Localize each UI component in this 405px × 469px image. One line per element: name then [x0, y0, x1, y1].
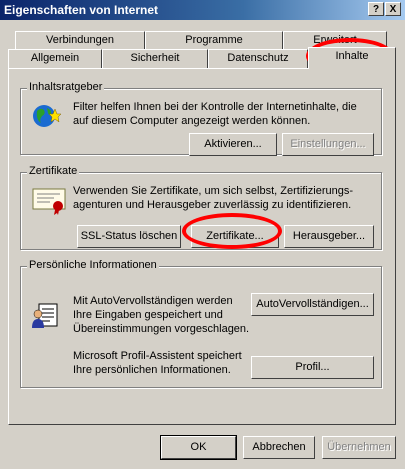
- profile-description: Microsoft Profil-Assistent speichert Ihr…: [73, 350, 242, 376]
- group-personal-info: Persönliche Informationen Mit AutoVervol…: [20, 259, 382, 388]
- activate-button[interactable]: Aktivieren...: [189, 133, 277, 156]
- group-content-advisor: Inhaltsratgeber Filter helfen Ihnen bei …: [20, 81, 382, 156]
- group-title-personal-info: Persönliche Informationen: [27, 259, 159, 271]
- settings-button[interactable]: Einstellungen...: [282, 133, 374, 156]
- apply-button[interactable]: Übernehmen: [322, 436, 396, 459]
- certificates-button[interactable]: Zertifikate...: [191, 225, 279, 248]
- globe-star-icon: [33, 105, 61, 127]
- content-advisor-description: Filter helfen Ihnen bei der Kontrolle de…: [73, 101, 357, 127]
- publishers-button[interactable]: Herausgeber...: [284, 225, 374, 248]
- window-title: Eigenschaften von Internet: [4, 3, 159, 17]
- tab-programme[interactable]: Programme: [145, 31, 283, 50]
- tab-panel-inhalte: Inhaltsratgeber Filter helfen Ihnen bei …: [8, 68, 396, 425]
- group-title-content-advisor: Inhaltsratgeber: [27, 81, 105, 93]
- certificates-description: Verwenden Sie Zertifikate, um sich selbs…: [73, 185, 354, 211]
- tab-datenschutz[interactable]: Datenschutz: [208, 49, 308, 68]
- personal-info-icon: [32, 303, 58, 328]
- tab-inhalte[interactable]: Inhalte: [308, 47, 396, 69]
- clear-ssl-button[interactable]: SSL-Status löschen: [77, 225, 181, 248]
- cancel-button[interactable]: Abbrechen: [243, 436, 315, 459]
- autocomplete-button[interactable]: AutoVervollständigen...: [251, 293, 374, 316]
- group-certificates: Zertifikate Verwenden Sie Zertifikate, u…: [20, 165, 382, 250]
- group-title-certificates: Zertifikate: [27, 165, 80, 177]
- profile-button[interactable]: Profil...: [251, 356, 374, 379]
- ok-button[interactable]: OK: [160, 435, 237, 460]
- autocomplete-description: Mit AutoVervollständigen werden Ihre Ein…: [73, 295, 250, 335]
- tab-verbindungen[interactable]: Verbindungen: [15, 31, 145, 50]
- close-button[interactable]: X: [385, 2, 401, 16]
- tab-sicherheit[interactable]: Sicherheit: [102, 49, 208, 68]
- internet-properties-window: Eigenschaften von Internet ? X Verbindun…: [0, 0, 405, 469]
- tab-allgemein[interactable]: Allgemein: [8, 49, 102, 68]
- title-bar: Eigenschaften von Internet ? X: [0, 0, 405, 20]
- help-button[interactable]: ?: [368, 2, 384, 16]
- certificate-icon: [32, 188, 66, 215]
